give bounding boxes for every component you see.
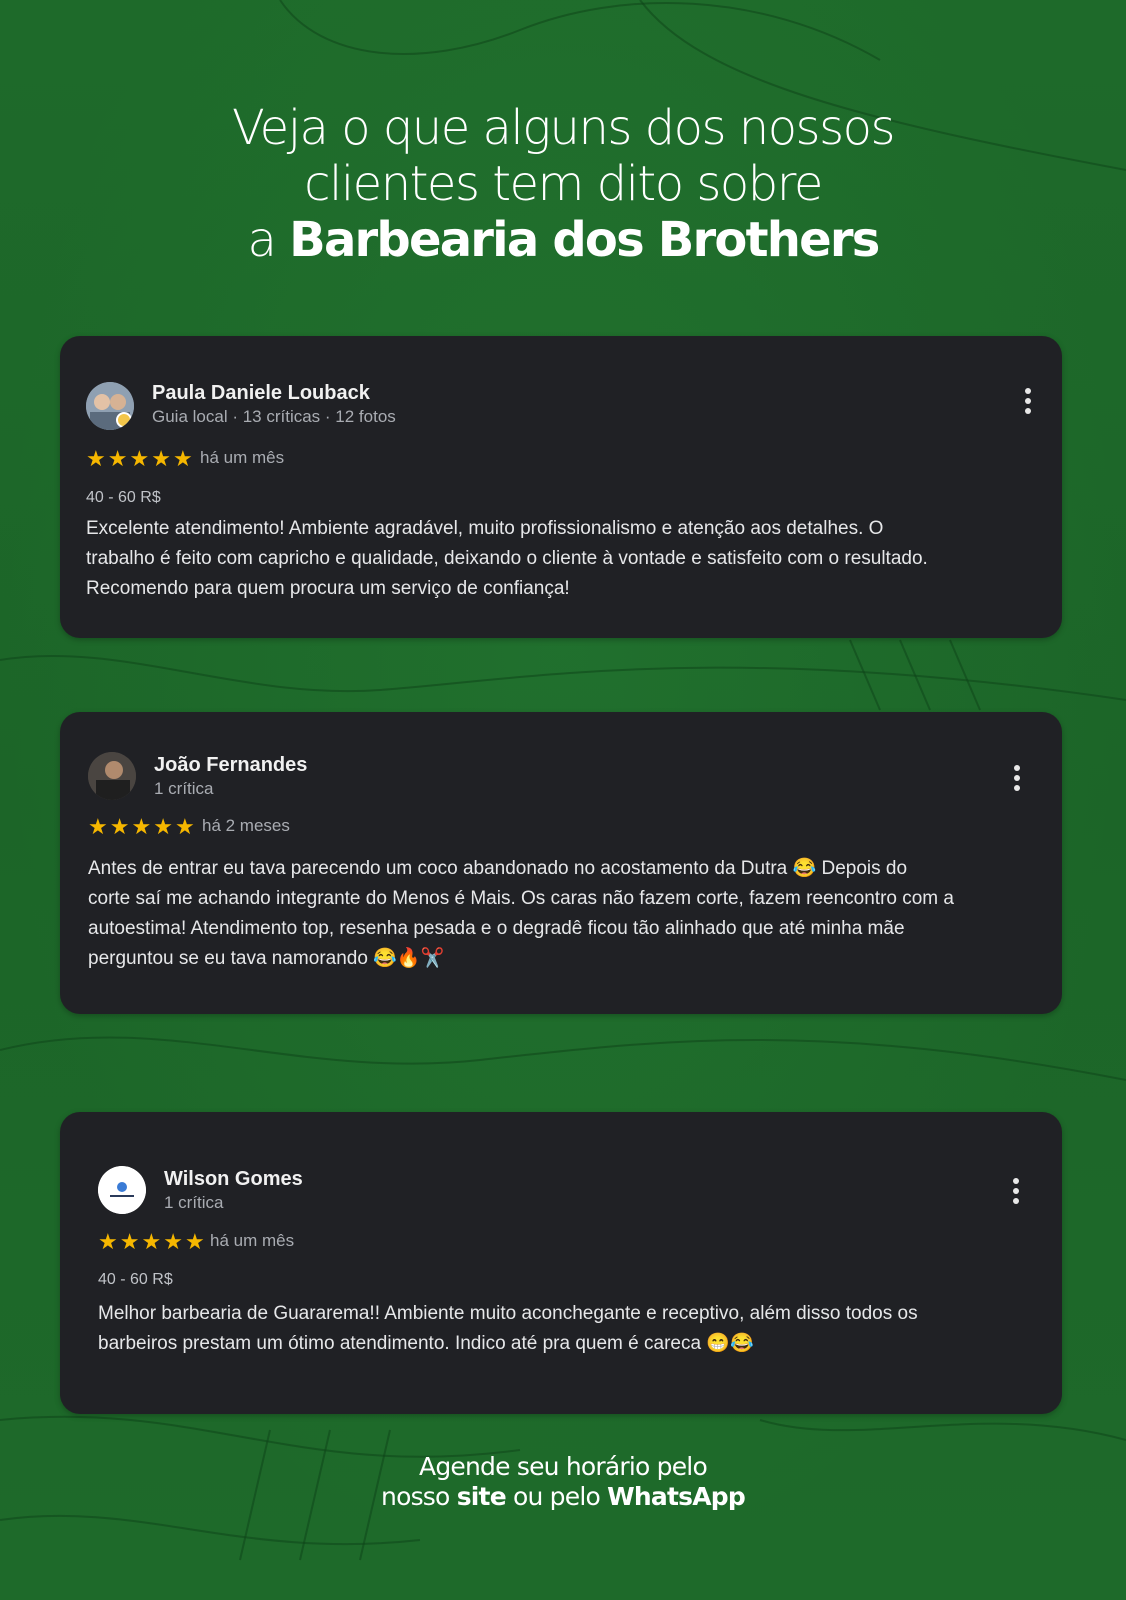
whatsapp-link[interactable]: WhatsApp	[607, 1482, 746, 1511]
headline-prefix: a	[247, 212, 290, 268]
review-card: Paula Daniele Louback Guia local · 13 cr…	[60, 336, 1062, 638]
star-icon: ★	[174, 814, 195, 839]
call-to-action: Agende seu horário pelo nosso site ou pe…	[0, 1452, 1126, 1512]
review-text-line: autoestima! Atendimento top, resenha pes…	[88, 918, 905, 939]
cta-text: nosso	[381, 1482, 457, 1511]
review-date: há um mês	[210, 1231, 295, 1250]
star-icon: ★	[131, 814, 152, 839]
headline: Veja o que alguns dos nossos clientes te…	[0, 100, 1126, 268]
user-avatar[interactable]	[98, 1166, 146, 1214]
star-icon: ★	[151, 446, 171, 471]
more-options-icon[interactable]	[1018, 386, 1038, 416]
reviewer-meta: 1 crítica	[164, 1193, 224, 1212]
reviewer-name[interactable]: Wilson Gomes	[164, 1168, 303, 1191]
review-text: Antes de entrar eu tava parecendo um coc…	[88, 854, 954, 974]
star-icon: ★	[119, 1229, 140, 1254]
review-text-line: Melhor barbearia de Guararema!! Ambiente…	[98, 1303, 918, 1324]
user-avatar[interactable]	[86, 382, 134, 430]
headline-line-2: clientes tem dito sobre	[304, 156, 823, 212]
avatar-photo	[86, 382, 134, 430]
cta-text: ou pelo	[505, 1482, 608, 1511]
star-icon: ★	[107, 446, 128, 471]
review-text-line: Excelente atendimento! Ambiente agradáve…	[86, 518, 884, 539]
review-card: Wilson Gomes 1 crítica ★ ★ ★ ★ ★ há um mês 4…	[60, 1112, 1062, 1414]
brand-name: Barbearia dos Brothers	[289, 212, 880, 268]
review-text-line: corte saí me achando integrante do Menos…	[88, 888, 954, 909]
star-icon: ★	[172, 446, 193, 471]
site-link[interactable]: site	[457, 1482, 507, 1511]
more-options-icon[interactable]	[1007, 763, 1027, 793]
star-icon: ★	[86, 446, 106, 471]
review-text-line: Recomendo para quem procura um serviço d…	[86, 578, 570, 599]
price-range: 40 - 60 R$	[86, 489, 161, 506]
rating-stars: ★ ★ ★ ★ ★	[88, 816, 195, 838]
avatar-logo	[98, 1166, 146, 1214]
review-text-line: perguntou se eu tava namorando 😂🔥✂️	[88, 948, 445, 969]
cta-line-1: Agende seu horário pelo	[419, 1452, 708, 1481]
reviewer-name[interactable]: Paula Daniele Louback	[152, 382, 370, 405]
star-icon: ★	[153, 814, 173, 839]
review-date: há um mês	[200, 448, 285, 467]
review-text: Excelente atendimento! Ambiente agradáve…	[86, 514, 928, 604]
star-icon: ★	[141, 1229, 162, 1254]
review-card: João Fernandes 1 crítica ★ ★ ★ ★ ★ há 2 mese…	[60, 712, 1062, 1014]
more-options-icon[interactable]	[1006, 1176, 1026, 1206]
reviewer-meta: 1 crítica	[154, 779, 214, 798]
star-icon: ★	[109, 814, 130, 839]
review-text-line: trabalho é feito com capricho e qualidad…	[86, 548, 928, 569]
avatar-photo	[88, 752, 136, 800]
cta-line-2: nosso site ou pelo WhatsApp	[0, 1482, 1126, 1512]
star-icon: ★	[88, 814, 108, 839]
rating-stars: ★ ★ ★ ★ ★	[98, 1231, 205, 1253]
review-text-line: barbeiros prestam um ótimo atendimento. …	[98, 1333, 754, 1354]
user-avatar[interactable]	[88, 752, 136, 800]
star-icon: ★	[163, 1229, 183, 1254]
star-icon: ★	[98, 1229, 118, 1254]
reviewer-meta: Guia local · 13 críticas · 12 fotos	[152, 407, 396, 426]
star-icon: ★	[184, 1229, 205, 1254]
reviewer-name[interactable]: João Fernandes	[154, 754, 307, 777]
review-date: há 2 meses	[202, 816, 290, 835]
price-range: 40 - 60 R$	[98, 1271, 173, 1288]
headline-line-1: Veja o que alguns dos nossos	[232, 100, 895, 156]
headline-line-3: a Barbearia dos Brothers	[0, 212, 1126, 268]
review-text: Melhor barbearia de Guararema!! Ambiente…	[98, 1299, 918, 1359]
review-text-line: Antes de entrar eu tava parecendo um coc…	[88, 858, 908, 879]
star-icon: ★	[129, 446, 150, 471]
rating-stars: ★ ★ ★ ★ ★	[86, 448, 193, 470]
